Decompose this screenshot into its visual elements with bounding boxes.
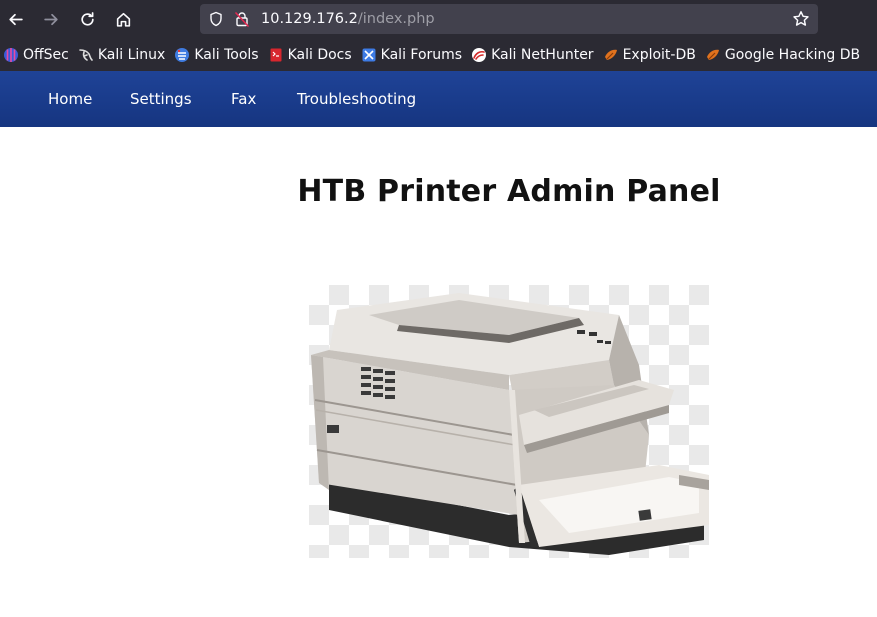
nav-home[interactable]: Home: [48, 90, 92, 108]
exploit-db-icon: [604, 49, 617, 60]
nav-settings[interactable]: Settings: [130, 90, 192, 108]
reload-button[interactable]: [73, 5, 101, 33]
bookmark-exploit-db[interactable]: Exploit-DB: [600, 43, 700, 67]
home-icon: [116, 12, 130, 27]
kali-docs-icon: [270, 48, 282, 61]
star-bookmark-icon[interactable]: [792, 10, 810, 28]
kali-forums-icon: [362, 48, 376, 61]
bookmark-label: Kali Docs: [287, 46, 352, 63]
reload-icon: [80, 11, 94, 26]
bookmark-label: Google Hacking DB: [724, 46, 861, 63]
url-bar[interactable]: 10.129.176.2/index.php: [200, 4, 818, 34]
bookmark-kali-forums[interactable]: Kali Forums: [358, 43, 466, 67]
bookmark-label: Kali NetHunter: [491, 46, 594, 63]
nav-troubleshooting[interactable]: Troubleshooting: [297, 90, 416, 108]
kali-tools-icon: [175, 47, 190, 62]
bookmarks-toolbar: OffSec Kali Linux Kali Tools Kali Docs K…: [0, 38, 877, 71]
url-path: /index.php: [357, 11, 435, 27]
shield-icon[interactable]: [208, 11, 224, 27]
back-button[interactable]: [1, 5, 29, 33]
offsec-icon: [4, 47, 18, 62]
bookmark-kali-tools[interactable]: Kali Tools: [171, 43, 262, 67]
bookmark-kali-nethunter[interactable]: Kali NetHunter: [468, 43, 597, 67]
bookmark-google-hacking-db[interactable]: Google Hacking DB: [702, 43, 864, 67]
bookmark-label: Kali Tools: [194, 46, 259, 63]
bookmark-kali-linux[interactable]: Kali Linux: [75, 43, 169, 67]
insecure-lock-icon[interactable]: [234, 11, 250, 27]
bookmark-label: Kali Forums: [380, 46, 463, 63]
printer-illustration: [311, 293, 709, 555]
url-host: 10.129.176.2: [261, 11, 358, 27]
home-button[interactable]: [109, 5, 137, 33]
bookmark-label: Exploit-DB: [622, 46, 696, 63]
site-navbar: Home Settings Fax Troubleshooting: [0, 71, 877, 127]
arrow-right-icon: [43, 13, 58, 25]
printer-image: [309, 285, 709, 558]
bookmark-label: Kali Linux: [97, 46, 166, 63]
browser-toolbar: 10.129.176.2/index.php: [0, 0, 877, 38]
ghdb-icon: [706, 49, 719, 60]
bookmark-label: OffSec: [23, 46, 69, 63]
page-title: HTB Printer Admin Panel: [297, 174, 721, 209]
kali-nethunter-icon: [472, 47, 487, 62]
bookmark-offsec[interactable]: OffSec: [0, 43, 73, 67]
kali-dragon-icon: [79, 48, 93, 61]
url-text[interactable]: 10.129.176.2/index.php: [261, 4, 435, 34]
arrow-left-icon: [8, 13, 23, 25]
nav-fax[interactable]: Fax: [231, 90, 256, 108]
forward-button[interactable]: [37, 5, 65, 33]
bookmark-kali-docs[interactable]: Kali Docs: [265, 43, 356, 67]
